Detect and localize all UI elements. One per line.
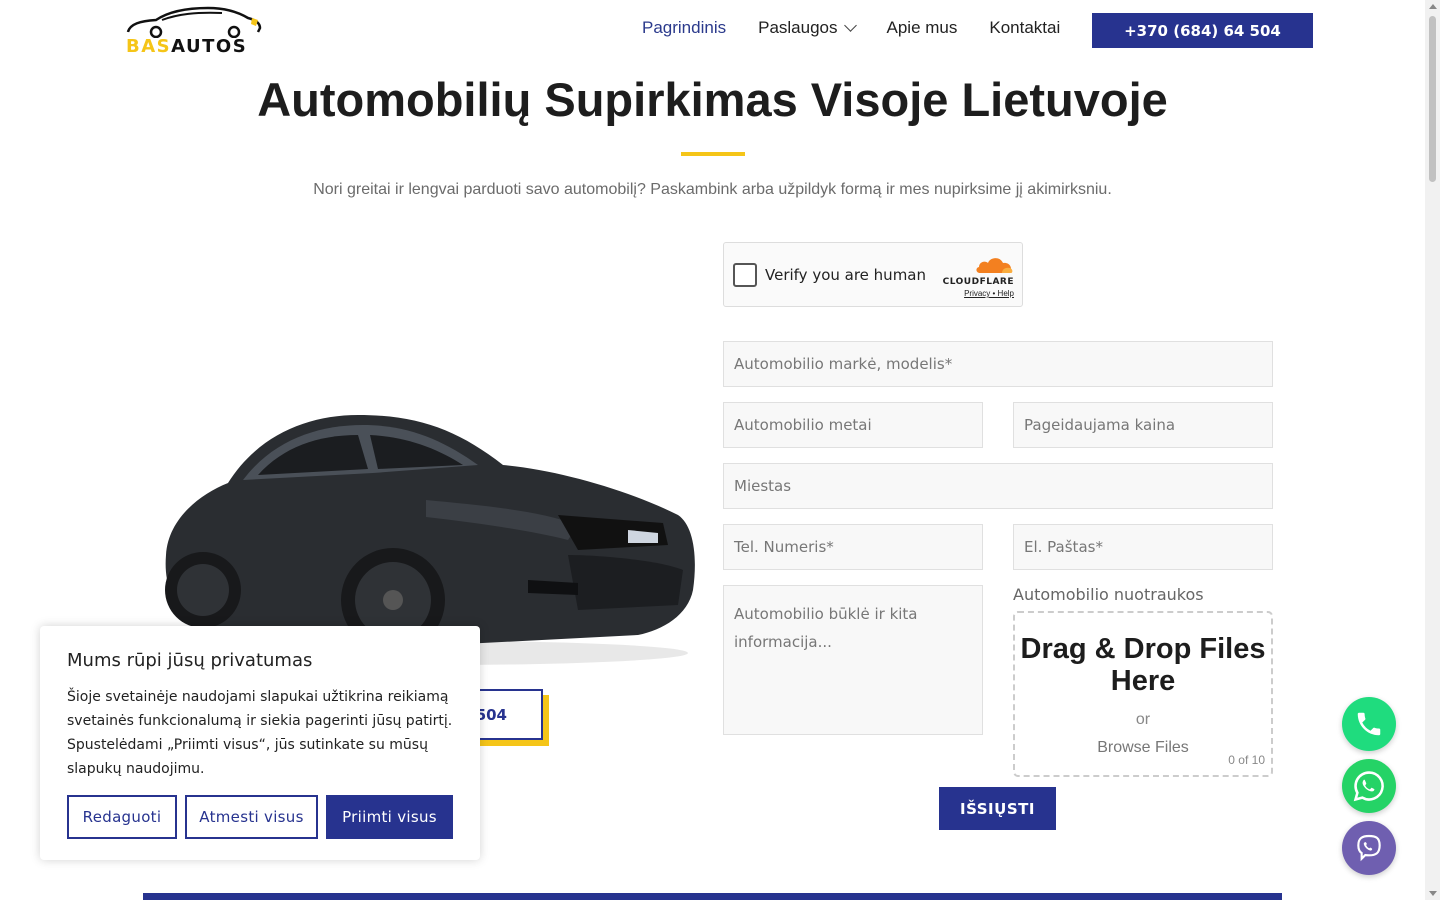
- viber-icon: [1357, 834, 1381, 862]
- price-field[interactable]: Pageidaujama kaina: [1013, 402, 1273, 448]
- nav-item-paslaugos[interactable]: Paslaugos: [758, 18, 857, 38]
- nav-label: Apie mus: [886, 18, 958, 37]
- city-field[interactable]: Miestas: [723, 463, 1273, 509]
- nav-label: Pagrindinis: [642, 18, 727, 37]
- floating-viber-button[interactable]: [1342, 821, 1396, 875]
- email-field[interactable]: El. Paštas*: [1013, 524, 1273, 570]
- phone-icon: [1357, 712, 1381, 736]
- floating-whatsapp-button[interactable]: [1342, 759, 1396, 813]
- file-count: 0 of 10: [1228, 753, 1265, 767]
- scrollbar-thumb[interactable]: [1429, 16, 1436, 182]
- logo-part-yellow: BAS: [126, 36, 172, 57]
- nav-item-pagrindinis[interactable]: Pagrindinis: [642, 18, 726, 38]
- submit-button[interactable]: IŠSIŲSTI: [939, 787, 1056, 830]
- brand-model-field[interactable]: Automobilio markė, modelis*: [723, 341, 1273, 387]
- whatsapp-icon: [1353, 771, 1384, 802]
- page-subtitle: Nori greitai ir lengvai parduoti savo au…: [313, 181, 1112, 198]
- scroll-down-arrow-icon[interactable]: [1429, 891, 1437, 896]
- chevron-down-icon: [843, 19, 857, 32]
- cookie-reject-button[interactable]: Atmesti visus: [185, 795, 318, 839]
- nav-label: Paslaugos: [758, 18, 838, 37]
- header-phone-button[interactable]: +370 (684) 64 504: [1092, 13, 1313, 48]
- cloudflare-cloud-icon: [976, 258, 1013, 273]
- dropzone-or: or: [1135, 711, 1151, 728]
- site-logo[interactable]: BASAUTOS: [126, 4, 262, 57]
- captcha-privacy-help-links[interactable]: Privacy • Help: [938, 289, 1014, 298]
- captcha-widget: Verify you are human CLOUDFLARE Privacy …: [723, 242, 1023, 307]
- main-nav: Pagrindinis Paslaugos Apie mus Kontaktai: [642, 18, 1092, 38]
- logo-part-black: AUTOS: [171, 36, 248, 57]
- car-silhouette-icon: [126, 6, 262, 39]
- scroll-up-arrow-icon[interactable]: [1429, 4, 1437, 9]
- cookie-title: Mums rūpi jūsų privatumas: [67, 650, 313, 671]
- captcha-label: Verify you are human: [765, 266, 927, 284]
- captcha-checkbox[interactable]: [733, 263, 757, 287]
- title-divider: [681, 152, 745, 156]
- page-title: Automobilių Supirkimas Visoje Lietuvoje: [257, 73, 1168, 126]
- section-bottom-bar: [143, 893, 1282, 900]
- floating-phone-button[interactable]: [1342, 697, 1396, 751]
- site-header: BASAUTOS Pagrindinis Paslaugos Apie mus …: [0, 0, 1425, 62]
- dropzone-title: Drag & Drop Files Here: [1020, 633, 1266, 697]
- photos-label: Automobilio nuotraukos: [1013, 585, 1204, 604]
- cloudflare-brand: CLOUDFLARE: [942, 277, 1014, 287]
- page-scrollbar[interactable]: [1425, 0, 1440, 900]
- nav-item-kontaktai[interactable]: Kontaktai: [989, 18, 1060, 38]
- cookie-text: Šioje svetainėje naudojami slapukai užti…: [67, 689, 453, 777]
- phone-field[interactable]: Tel. Numeris*: [723, 524, 983, 570]
- cookie-accept-button[interactable]: Priimti visus: [326, 795, 453, 839]
- nav-item-apie-mus[interactable]: Apie mus: [887, 18, 958, 38]
- nav-label: Kontaktai: [989, 18, 1061, 37]
- year-field[interactable]: Automobilio metai: [723, 402, 983, 448]
- notes-textarea[interactable]: Automobilio būklė ir kita informacija...: [723, 585, 983, 735]
- file-dropzone[interactable]: Drag & Drop Files Here or Browse Files 0…: [1013, 611, 1273, 777]
- cookie-edit-button[interactable]: Redaguoti: [67, 795, 177, 839]
- cookie-banner: Mums rūpi jūsų privatumas Šioje svetainė…: [40, 626, 480, 860]
